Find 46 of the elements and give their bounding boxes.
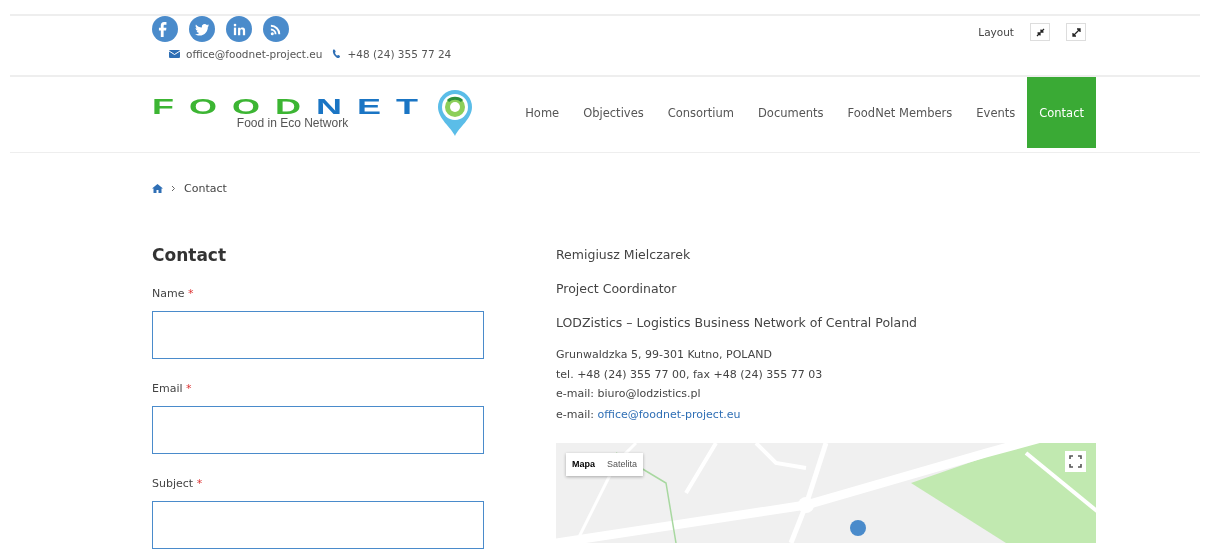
address-line: Grunwaldzka 5, 99-301 Kutno, POLAND	[556, 347, 773, 363]
home-icon[interactable]	[152, 183, 163, 193]
field-label: Subject *	[152, 477, 204, 490]
email-link[interactable]: office@foodnet-project.eu	[597, 407, 741, 421]
map-type-tab[interactable]: Mapa	[566, 452, 601, 476]
fullscreen-icon	[1069, 454, 1082, 468]
nav-link[interactable]: Documents	[746, 77, 836, 148]
twitter-icon	[194, 21, 210, 37]
expand-icon	[1071, 27, 1081, 37]
nav-link[interactable]: FoodNet Members	[835, 77, 965, 148]
collapse-button[interactable]	[1030, 23, 1050, 41]
nav-link[interactable]: Objectives	[571, 77, 656, 148]
chevron-icon	[171, 184, 176, 192]
field-label: Name *	[152, 287, 195, 300]
linkedin-link[interactable]	[226, 16, 252, 42]
facebook-link[interactable]	[152, 16, 178, 42]
address-line: tel. +48 (24) 355 77 00, fax +48 (24) 355 77 03	[556, 366, 824, 383]
contact-name: Remigiusz Mielczarek	[556, 247, 692, 264]
input-field[interactable]	[152, 311, 484, 359]
rss-link[interactable]	[263, 16, 289, 42]
breadcrumb-current: Contact	[184, 181, 227, 195]
nav-link[interactable]: Events	[964, 77, 1028, 148]
input-field[interactable]	[152, 501, 484, 549]
logo-tagline: Food in Eco Network	[236, 115, 349, 130]
organization-name: LODZistics – Logistics Business Network of Central Poland	[556, 315, 919, 332]
linkedin-icon	[231, 21, 247, 37]
expand-button[interactable]	[1066, 23, 1086, 41]
form-title: Contact	[152, 245, 228, 265]
contact-phone: +48 (24) 355 77 24	[347, 48, 452, 60]
nav-link[interactable]: Consortium	[655, 77, 746, 148]
logo-wordmark: FOOD NET	[152, 97, 433, 116]
location-pin-icon	[437, 88, 473, 137]
phone-icon	[332, 49, 342, 59]
collapse-icon	[1035, 27, 1045, 37]
contact-role: Project Coordinator	[556, 281, 678, 298]
fullscreen-button[interactable]	[1065, 450, 1086, 472]
envelope-icon	[169, 50, 180, 58]
map-type-tab[interactable]: Satelita	[601, 452, 644, 476]
contact-email: office@foodnet-project.eu	[186, 48, 323, 60]
address-line: e-mail: biuro@lodzistics.pl	[556, 386, 702, 402]
layout-label: Layout	[978, 26, 1014, 38]
field-label: Email *	[152, 382, 193, 395]
input-field[interactable]	[152, 406, 484, 454]
nav-link[interactable]: Home	[513, 77, 572, 148]
email-line: e-mail: office@foodnet-project.eu	[556, 407, 742, 421]
twitter-link[interactable]	[189, 16, 215, 42]
